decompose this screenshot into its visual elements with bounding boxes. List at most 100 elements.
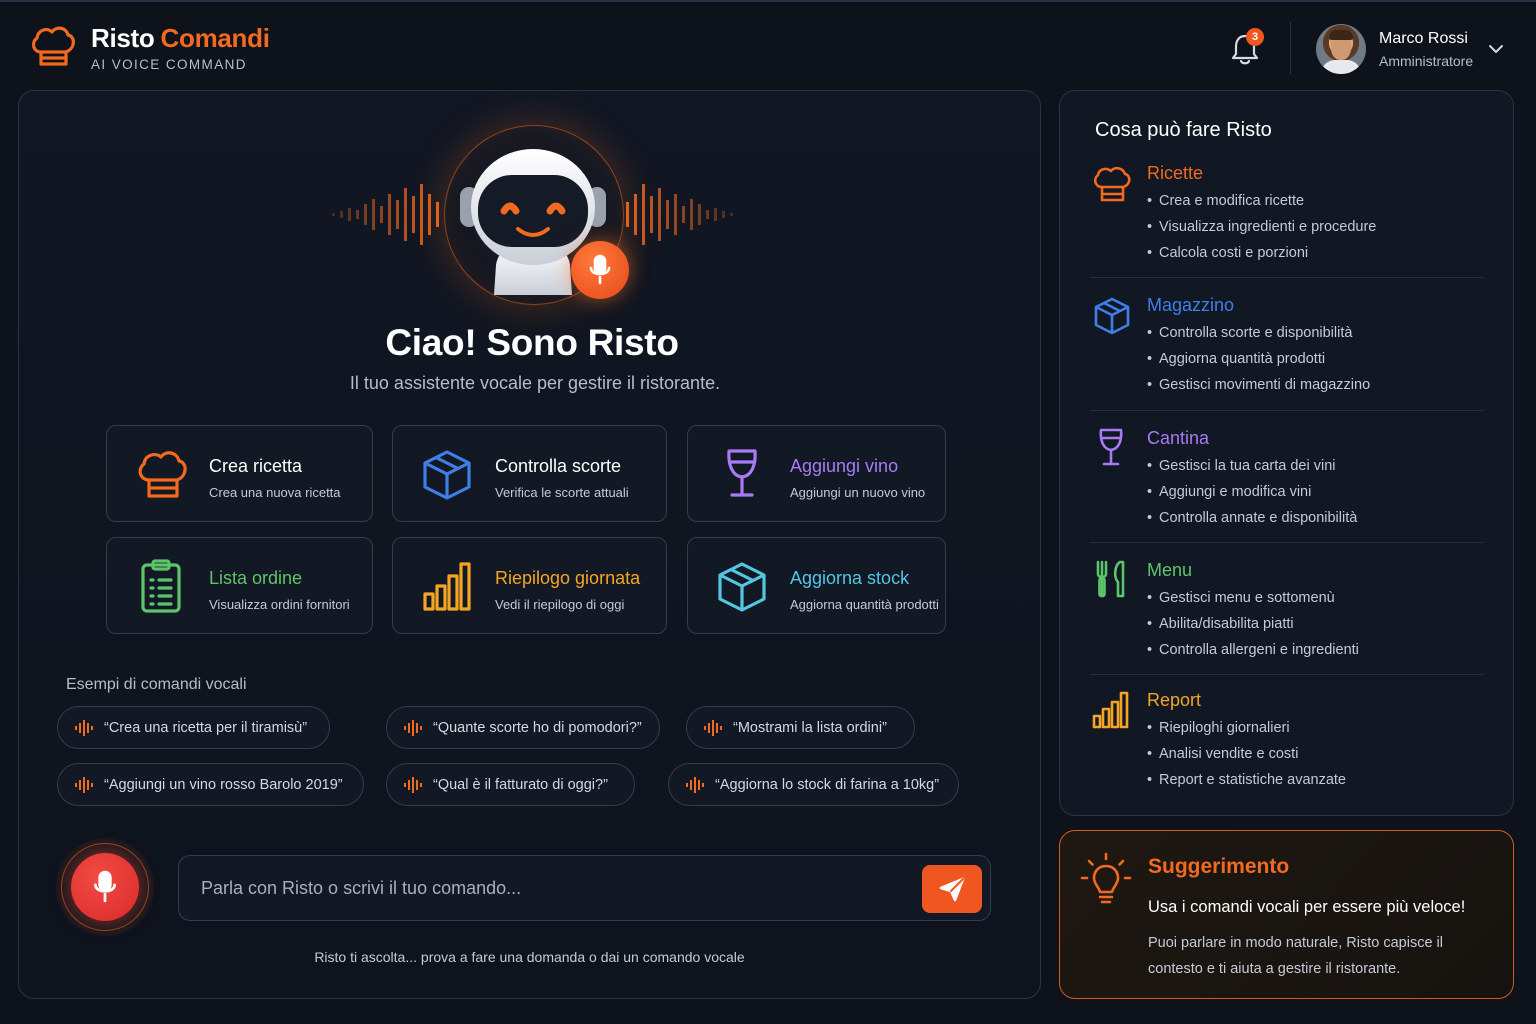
- action-card-aggiungi-vino[interactable]: Aggiungi vino Aggiungi un nuovo vino: [687, 425, 946, 522]
- bar-chart-icon: [423, 562, 471, 611]
- audio-wave-icon: [404, 776, 422, 793]
- sound-wave-icon: [332, 184, 439, 245]
- chef-hat-icon: [31, 26, 75, 66]
- chef-hat-icon: [138, 451, 187, 498]
- command-input-box: [178, 855, 991, 921]
- example-text: “Qual è il fatturato di oggi?”: [433, 776, 608, 793]
- action-description: Aggiorna quantità prodotti: [790, 597, 939, 612]
- hero-subtitle: Il tuo assistente vocale per gestire il …: [349, 373, 721, 393]
- capability-ricette: Ricette Crea e modifica ricette Visualiz…: [1090, 163, 1484, 268]
- capability-item: Gestisci la tua carta dei vini: [1147, 456, 1357, 482]
- box-icon: [718, 562, 766, 612]
- chevron-down-icon[interactable]: [1488, 43, 1504, 55]
- microphone-icon: [589, 254, 611, 285]
- action-card-aggiorna-stock[interactable]: Aggiorna stock Aggiorna quantità prodott…: [687, 537, 946, 634]
- capability-title: Cantina: [1147, 428, 1210, 448]
- app-subtitle: AI VOICE COMMAND: [91, 57, 247, 72]
- app-title-part2: Comandi: [160, 23, 270, 53]
- example-chip[interactable]: “Aggiungi un vino rosso Barolo 2019”: [57, 763, 364, 806]
- box-icon: [423, 450, 471, 500]
- capability-title: Menu: [1147, 560, 1193, 580]
- clipboard-list-icon: [141, 559, 181, 613]
- capability-item: Calcola costi e porzioni: [1147, 243, 1376, 269]
- action-title: Riepilogo giornata: [495, 568, 641, 588]
- capability-item: Gestisci movimenti di magazzino: [1147, 375, 1370, 401]
- action-card-riepilogo-giornata[interactable]: Riepilogo giornata Vedi il riepilogo di …: [392, 537, 667, 634]
- tip-headline: Usa i comandi vocali per essere più velo…: [1148, 898, 1466, 916]
- audio-wave-icon: [75, 776, 93, 793]
- action-description: Verifica le scorte attuali: [495, 485, 629, 500]
- notification-badge: 3: [1246, 28, 1264, 46]
- wine-glass-icon: [727, 449, 757, 497]
- capability-item: Abilita/disabilita piatti: [1147, 614, 1359, 640]
- capability-item: Visualizza ingredienti e procedure: [1147, 217, 1376, 243]
- capability-item: Report e statistiche avanzate: [1147, 770, 1346, 796]
- command-input[interactable]: [201, 856, 921, 920]
- capability-title: Report: [1147, 690, 1202, 710]
- send-button[interactable]: [922, 865, 982, 913]
- divider: [1090, 542, 1484, 543]
- action-title: Controlla scorte: [495, 456, 622, 476]
- divider: [1090, 674, 1484, 675]
- capability-menu: Menu Gestisci menu e sottomenù Abilita/d…: [1090, 560, 1484, 665]
- send-icon: [939, 877, 965, 902]
- app-title: Risto Comandi: [91, 22, 270, 54]
- action-card-controlla-scorte[interactable]: Controlla scorte Verifica le scorte attu…: [392, 425, 667, 522]
- capability-item: Controlla allergeni e ingredienti: [1147, 640, 1359, 666]
- action-title: Aggiorna stock: [790, 568, 910, 588]
- user-role: Amministratore: [1379, 53, 1474, 69]
- example-chip[interactable]: “Aggiorna lo stock di farina a 10kg”: [668, 763, 959, 806]
- action-title: Crea ricetta: [209, 456, 303, 476]
- capability-item: Aggiorna quantità prodotti: [1147, 349, 1370, 375]
- action-card-lista-ordine[interactable]: Lista ordine Visualizza ordini fornitori: [106, 537, 373, 634]
- capability-title: Ricette: [1147, 163, 1204, 183]
- robot-mic-badge: [571, 241, 629, 299]
- action-card-crea-ricetta[interactable]: Crea ricetta Crea una nuova ricetta: [106, 425, 373, 522]
- app-logo[interactable]: Risto Comandi AI VOICE COMMAND: [28, 22, 270, 72]
- example-chip[interactable]: “Crea una ricetta per il tiramisù”: [57, 706, 330, 749]
- example-text: “Crea una ricetta per il tiramisù”: [104, 719, 308, 736]
- capabilities-title: Cosa può fare Risto: [1095, 119, 1272, 141]
- capability-item: Aggiungi e modifica vini: [1147, 482, 1357, 508]
- divider: [1090, 277, 1484, 278]
- voice-record-button[interactable]: [71, 853, 139, 921]
- example-text: “Aggiungi un vino rosso Barolo 2019”: [104, 776, 343, 793]
- action-title: Lista ordine: [209, 568, 303, 588]
- example-text: “Mostrami la lista ordini”: [733, 719, 887, 736]
- tip-body: Puoi parlare in modo naturale, Risto cap…: [1148, 935, 1443, 977]
- chef-hat-icon: [1093, 166, 1131, 202]
- capability-item: Analisi vendite e costi: [1147, 744, 1346, 770]
- top-bar: Risto Comandi AI VOICE COMMAND 3 Marco Ro…: [0, 0, 1536, 84]
- audio-wave-icon: [686, 776, 704, 793]
- avatar[interactable]: [1316, 24, 1366, 74]
- capability-item: Crea e modifica ricette: [1147, 191, 1376, 217]
- example-chip[interactable]: “Qual è il fatturato di oggi?”: [386, 763, 635, 806]
- lightbulb-icon: [1080, 852, 1132, 904]
- sound-wave-icon: [626, 184, 733, 245]
- user-name[interactable]: Marco Rossi: [1379, 30, 1468, 48]
- capability-item: Controlla annate e disponibilità: [1147, 508, 1357, 534]
- microphone-icon: [94, 870, 116, 903]
- capability-item: Gestisci menu e sottomenù: [1147, 588, 1359, 614]
- fork-knife-icon: [1096, 560, 1125, 598]
- example-chip[interactable]: “Quante scorte ho di pomodori?”: [386, 706, 660, 749]
- audio-wave-icon: [404, 719, 422, 736]
- example-text: “Quante scorte ho di pomodori?”: [433, 719, 642, 736]
- bar-chart-icon: [1092, 691, 1129, 729]
- action-description: Visualizza ordini fornitori: [209, 597, 350, 612]
- capability-item: Controlla scorte e disponibilità: [1147, 323, 1370, 349]
- audio-wave-icon: [704, 719, 722, 736]
- example-chip[interactable]: “Mostrami la lista ordini”: [686, 706, 915, 749]
- listening-hint: Risto ti ascolta... prova a fare una dom…: [314, 949, 745, 965]
- tip-title: Suggerimento: [1148, 855, 1290, 878]
- audio-wave-icon: [75, 719, 93, 736]
- capability-magazzino: Magazzino Controlla scorte e disponibili…: [1090, 295, 1484, 400]
- box-icon: [1094, 297, 1130, 335]
- capability-cantina: Cantina Gestisci la tua carta dei vini A…: [1090, 428, 1484, 533]
- action-description: Aggiungi un nuovo vino: [790, 485, 926, 500]
- capability-report: Report Riepiloghi giornalieri Analisi ve…: [1090, 690, 1484, 795]
- divider: [1090, 410, 1484, 411]
- wine-glass-icon: [1099, 428, 1123, 466]
- action-description: Crea una nuova ricetta: [209, 485, 341, 500]
- action-description: Vedi il riepilogo di oggi: [495, 597, 625, 612]
